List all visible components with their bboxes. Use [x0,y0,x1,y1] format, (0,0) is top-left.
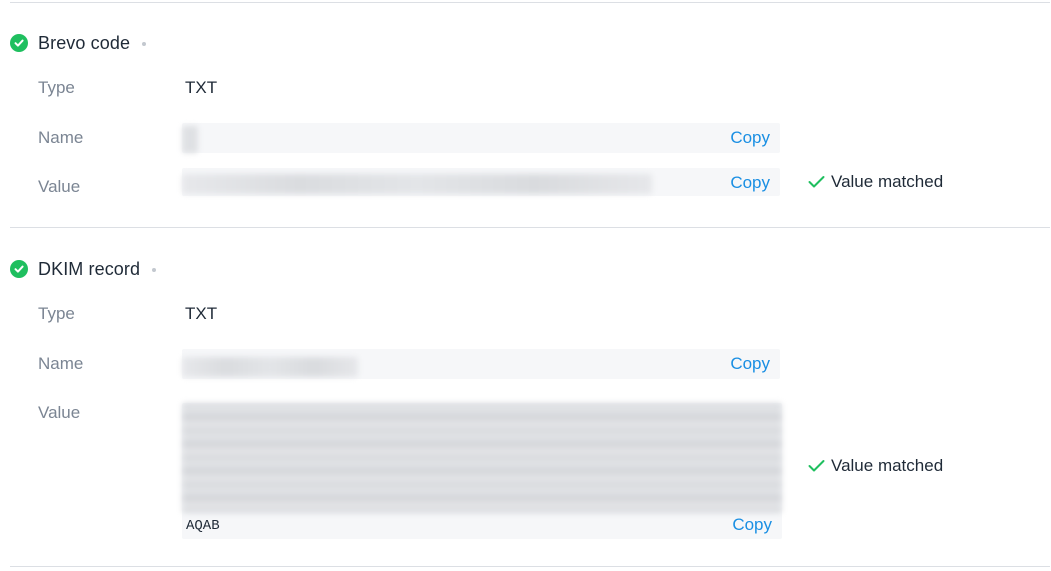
value-field[interactable]: AQAB Copy [182,403,782,539]
check-circle-icon [10,34,28,52]
section-title: DKIM record [38,258,141,279]
dot-icon [152,268,157,272]
checkmark-icon [808,460,825,472]
name-label: Name [38,354,84,373]
type-label: Type [38,304,75,323]
section-title: Brevo code [38,32,131,53]
type-value: TXT [185,78,218,97]
type-label: Type [38,78,75,97]
copy-button[interactable]: Copy [730,354,770,374]
match-status: Value matched [808,456,943,476]
name-label: Name [38,128,84,147]
copy-button[interactable]: Copy [730,128,770,148]
value-label: Value [38,403,81,422]
checkmark-icon [808,176,825,188]
name-field[interactable]: Copy [182,123,780,153]
check-circle-icon [10,260,28,278]
name-field[interactable]: Copy [182,349,780,379]
bottom-divider [10,566,1050,567]
dot-icon [142,42,147,46]
value-field[interactable]: Copy [182,168,780,196]
value-tail: AQAB [186,518,220,534]
type-value: TXT [185,304,218,323]
copy-button[interactable]: Copy [730,173,770,193]
dkim-record-header: DKIM record [10,257,157,281]
value-label: Value [38,177,81,196]
match-status: Value matched [808,172,943,192]
brevo-code-header: Brevo code [10,31,147,55]
redacted-value [182,403,782,513]
redacted-value [182,174,652,194]
redacted-name [182,126,198,153]
status-text: Value matched [831,456,944,475]
status-text: Value matched [831,172,944,191]
section-divider [10,227,1050,228]
copy-button[interactable]: Copy [732,515,772,535]
redacted-name [182,357,358,377]
top-divider [10,2,1050,3]
